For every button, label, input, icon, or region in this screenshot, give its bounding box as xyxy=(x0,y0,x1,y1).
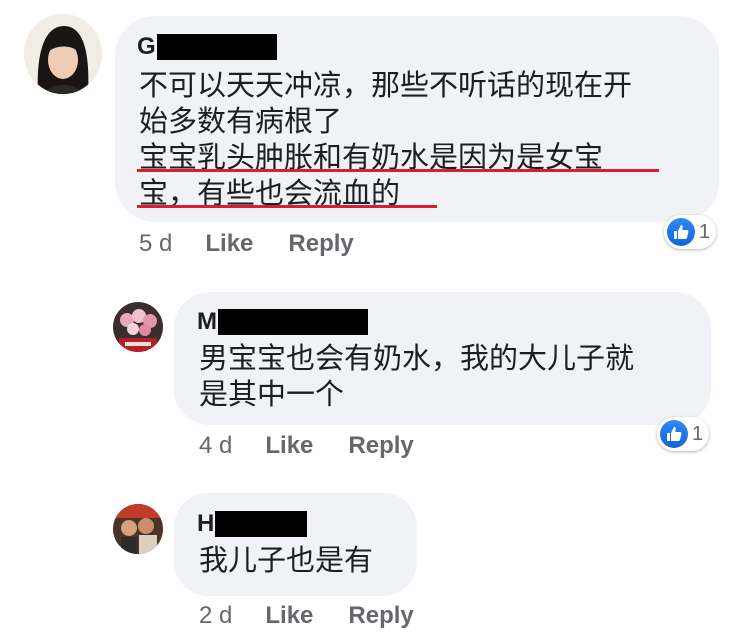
comment-author-1[interactable]: G xyxy=(137,33,277,61)
comment-timestamp[interactable]: 2 d xyxy=(199,602,232,630)
comment-actions-3: 2 d Like Reply xyxy=(199,602,414,630)
author-initial: H xyxy=(197,510,215,537)
redaction-bar xyxy=(218,309,368,335)
reaction-count: 1 xyxy=(692,422,704,445)
comment-text-2: 男宝宝也会有奶水，我的大儿子就 是其中一个 xyxy=(199,340,634,412)
comment-actions-2: 4 d Like Reply xyxy=(199,432,414,460)
avatar-g-image xyxy=(24,14,102,94)
redaction-bar xyxy=(156,34,277,60)
comment-timestamp[interactable]: 4 d xyxy=(199,432,232,460)
comment-author-3[interactable]: H xyxy=(197,510,308,538)
comment-line: 是其中一个 xyxy=(199,377,345,411)
comment-author-2[interactable]: M xyxy=(197,308,368,336)
reply-link[interactable]: Reply xyxy=(288,230,353,258)
avatar-h-image xyxy=(113,504,163,554)
comment-line: 不可以天天冲凉，那些不听话的现在开 xyxy=(139,68,633,102)
comment-line: 男宝宝也会有奶水，我的大儿子就 xyxy=(199,341,635,375)
avatar-m-image xyxy=(113,302,163,352)
reply-link[interactable]: Reply xyxy=(348,602,413,630)
author-initial: M xyxy=(197,308,217,335)
comment-line: 我儿子也是有 xyxy=(199,543,374,577)
avatar-m[interactable] xyxy=(113,302,163,352)
redaction-bar xyxy=(215,511,308,537)
reaction-badge-2[interactable]: 1 xyxy=(657,417,710,451)
highlight-underline xyxy=(137,205,437,208)
reaction-badge-1[interactable]: 1 xyxy=(664,215,717,249)
comment-text-3: 我儿子也是有 xyxy=(199,542,373,578)
avatar-h[interactable] xyxy=(113,504,163,554)
comment-text-1: 不可以天天冲凉，那些不听话的现在开 始多数有病根了 宝宝乳头肿胀和有奶水是因为是… xyxy=(139,67,632,211)
comment-line: 始多数有病根了 xyxy=(139,104,343,138)
like-thumb-icon xyxy=(660,420,688,448)
comment-actions-1: 5 d Like Reply xyxy=(139,230,354,258)
like-link[interactable]: Like xyxy=(265,432,313,460)
like-thumb-icon xyxy=(667,218,695,246)
highlight-underline xyxy=(137,169,659,172)
comment-timestamp[interactable]: 5 d xyxy=(139,230,172,258)
avatar-g[interactable] xyxy=(24,14,102,94)
reaction-count: 1 xyxy=(699,220,711,243)
author-initial: G xyxy=(137,33,156,60)
reply-link[interactable]: Reply xyxy=(348,432,413,460)
like-link[interactable]: Like xyxy=(265,602,313,630)
like-link[interactable]: Like xyxy=(205,230,253,258)
